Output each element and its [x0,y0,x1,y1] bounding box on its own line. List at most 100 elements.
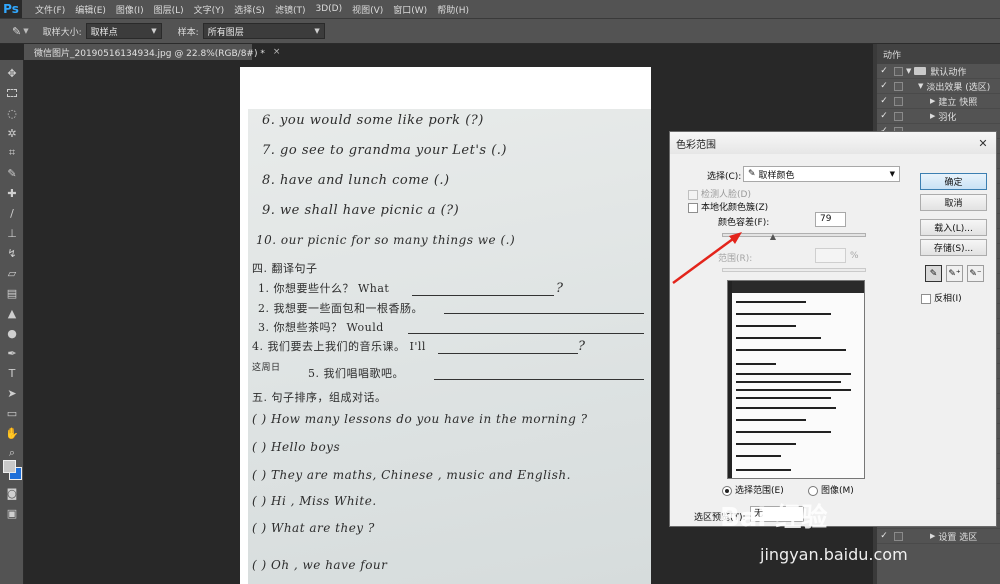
healing-brush-tool-icon[interactable]: ✚ [3,184,21,202]
menu-view[interactable]: 视图(V) [347,3,388,16]
path-selection-tool-icon[interactable]: ➤ [3,384,21,402]
sample-value: 所有图层 [207,27,244,38]
eyedropper-icon[interactable]: ✎ [12,25,21,38]
hand-tool-icon[interactable]: ✋ [3,424,21,442]
blur-tool-icon[interactable]: ▲ [3,304,21,322]
sample-label: 样本: [177,27,199,38]
menu-file[interactable]: 文件(F) [30,3,70,16]
crop-tool-icon[interactable]: ⌗ [3,144,21,162]
menu-layer[interactable]: 图层(L) [149,3,189,16]
radio-image-row[interactable]: 图像(M) [808,483,854,496]
range-unit: % [850,251,859,261]
expand-arrow-icon[interactable]: ▼ [906,67,911,75]
magic-wand-tool-icon[interactable]: ✲ [3,124,21,142]
sample-select[interactable]: 所有图层 ▼ [202,23,325,39]
menu-bar: Ps 文件(F) 编辑(E) 图像(I) 图层(L) 文字(Y) 选择(S) 滤… [0,0,1000,18]
expand-arrow-icon[interactable]: ▶ [930,97,935,105]
preview-text-line [736,313,831,315]
document-tab-title: 微信图片_20190516134934.jpg @ 22.8%(RGB/8#) … [34,48,265,59]
dialog-titlebar[interactable]: 色彩范围 [670,132,996,154]
check-icon[interactable]: ✓ [877,96,891,106]
close-icon[interactable]: × [273,47,281,57]
chevron-down-icon: ▼ [314,27,320,35]
baidu-watermark: Bai 经验 [720,503,828,533]
menu-type[interactable]: 文字(Y) [189,3,230,16]
actions-panel-tab[interactable]: 动作 [877,44,1000,64]
expand-arrow-icon[interactable]: ▼ [918,82,923,90]
ok-button[interactable]: 确定 [920,173,987,190]
dialog-toggle-box[interactable] [894,531,903,541]
color-swatches[interactable] [3,460,23,480]
quick-mask-icon[interactable]: ◙ [3,484,21,502]
image-radio[interactable] [808,485,818,496]
eyedropper-icon[interactable]: ✎ [925,265,942,282]
menu-3d[interactable]: 3D(D) [310,4,347,14]
action-row[interactable]: ✓ ▶设置 选区 [877,529,1000,544]
dialog-toggle-box[interactable] [894,81,903,91]
fuzziness-slider[interactable] [722,233,866,237]
close-icon[interactable]: ✕ [974,135,992,151]
rectangle-tool-icon[interactable]: ▭ [3,404,21,422]
answer-blank [412,295,554,296]
action-row[interactable]: ✓ ▶ 建立 快照 [877,94,1000,109]
marquee-tool-icon[interactable] [3,84,21,102]
eraser-tool-icon[interactable]: ▱ [3,264,21,282]
eyedropper-plus-icon[interactable]: ✎⁺ [946,265,963,282]
dodge-tool-icon[interactable]: ● [3,324,21,342]
fuzziness-slider-thumb[interactable]: ▲ [770,232,776,241]
radio-selection-row[interactable]: 选择范围(E) [722,483,784,496]
move-tool-icon[interactable]: ✥ [3,64,21,82]
load-button[interactable]: 载入(L)... [920,219,987,236]
gradient-tool-icon[interactable]: ▤ [3,284,21,302]
range-slider[interactable] [722,268,866,272]
range-label: 范围(R): [718,254,753,264]
check-icon[interactable]: ✓ [877,66,891,76]
menu-image[interactable]: 图像(I) [111,3,149,16]
check-icon[interactable]: ✓ [877,81,891,91]
brush-tool-icon[interactable]: / [3,204,21,222]
action-label: 建立 快照 [938,97,978,108]
dialog-toggle-box[interactable] [894,111,903,121]
selection-radio[interactable] [722,485,732,496]
worksheet-line: 8. have and lunch come (.) [262,173,450,188]
menu-help[interactable]: 帮助(H) [432,3,474,16]
save-button[interactable]: 存储(S)... [920,239,987,256]
action-row[interactable]: ✓ ▶ 羽化 [877,109,1000,124]
stamp-tool-icon[interactable]: ⊥ [3,224,21,242]
menu-window[interactable]: 窗口(W) [388,3,432,16]
lasso-tool-icon[interactable]: ◌ [3,104,21,122]
eyedropper-tool-icon[interactable]: ✎ [3,164,21,182]
action-row[interactable]: ✓ ▼ 默认动作 [877,64,1000,79]
menu-edit[interactable]: 编辑(E) [70,3,111,16]
check-icon[interactable]: ✓ [877,111,891,121]
range-input[interactable] [815,248,846,263]
menu-select[interactable]: 选择(S) [229,3,270,16]
detect-faces-checkbox[interactable] [688,189,698,200]
fuzziness-input[interactable]: 79 [815,212,846,227]
sample-size-select[interactable]: 取样点 ▼ [85,23,162,39]
eyedropper-minus-icon[interactable]: ✎⁻ [967,265,984,282]
select-dropdown[interactable]: ✎ 取样颜色 ▼ [743,166,900,182]
localized-color-clusters-checkbox[interactable] [688,202,698,213]
check-icon[interactable]: ✓ [877,531,891,541]
action-row[interactable]: ✓ ▼ 淡出效果 (选区) [877,79,1000,94]
cancel-button[interactable]: 取消 [920,194,987,211]
pen-tool-icon[interactable]: ✒ [3,344,21,362]
history-brush-tool-icon[interactable]: ↯ [3,244,21,262]
expand-arrow-icon[interactable]: ▶ [930,112,935,120]
preview-text-line [736,301,806,303]
document-tab[interactable]: 微信图片_20190516134934.jpg @ 22.8%(RGB/8#) … [24,44,280,60]
invert-checkbox[interactable] [921,293,931,304]
dialog-toggle-box[interactable] [894,96,903,106]
tools-panel: ✥ ◌ ✲ ⌗ ✎ ✚ / ⊥ ↯ ▱ ▤ ▲ ● ✒ T ➤ ▭ ✋ ⌕ ◙ … [0,60,24,584]
answer-blank [434,379,644,380]
dialog-toggle-box[interactable] [894,66,903,76]
type-tool-icon[interactable]: T [3,364,21,382]
expand-arrow-icon[interactable]: ▶ [930,532,935,540]
screen-mode-icon[interactable]: ▣ [3,504,21,522]
foreground-color-swatch[interactable] [3,460,16,473]
document-canvas[interactable]: 6. you would some like pork (?) 7. go se… [240,67,651,584]
menu-filter[interactable]: 滤镜(T) [270,3,311,16]
invert-row[interactable]: 反相(I) [921,291,962,304]
tool-preset-chevron-icon[interactable]: ▼ [23,27,28,35]
